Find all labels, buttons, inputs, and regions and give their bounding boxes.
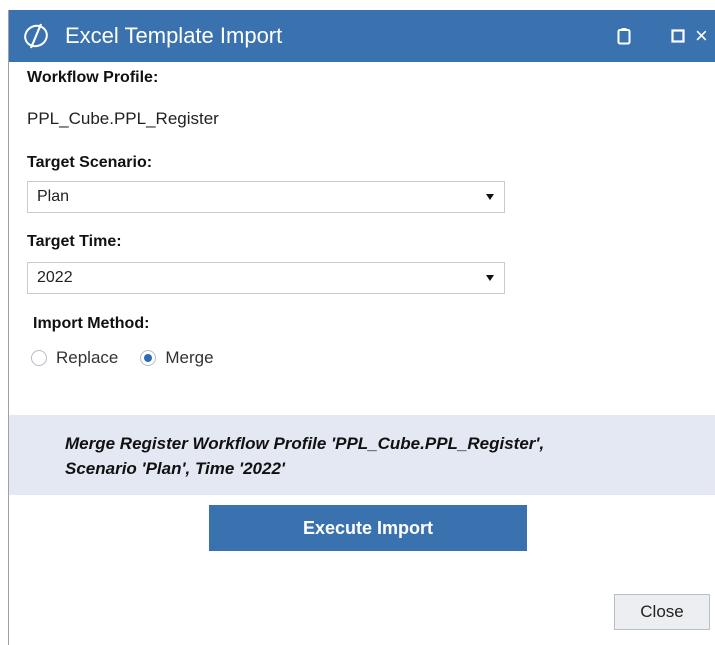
import-summary-text: Merge Register Workflow Profile 'PPL_Cub… [65, 431, 705, 481]
clipboard-icon[interactable] [613, 24, 635, 48]
import-method-radio-group: Replace Merge [31, 345, 236, 371]
target-time-label: Target Time: [27, 233, 122, 250]
radio-merge-label: Merge [165, 348, 214, 367]
chevron-down-icon [486, 275, 494, 281]
maximize-icon[interactable] [667, 24, 689, 48]
workflow-profile-value: PPL_Cube.PPL_Register [27, 109, 219, 128]
close-button[interactable]: Close [614, 594, 710, 630]
radio-replace-label: Replace [56, 348, 119, 367]
workflow-profile-label: Workflow Profile: [27, 69, 159, 86]
import-summary-line-2: Scenario 'Plan', Time '2022' [65, 459, 285, 478]
radio-merge-circle[interactable] [140, 350, 157, 366]
radio-merge[interactable]: Merge [140, 348, 214, 368]
import-summary-line-1: Merge Register Workflow Profile 'PPL_Cub… [65, 434, 545, 453]
import-summary-banner: Merge Register Workflow Profile 'PPL_Cub… [9, 415, 715, 495]
target-scenario-label: Target Scenario: [27, 154, 153, 171]
excel-template-import-dialog: Excel Template Import × Workflow Profile… [8, 10, 715, 645]
target-time-select[interactable]: 2022 [27, 262, 505, 294]
target-scenario-value: Plan [37, 188, 70, 205]
target-time-value: 2022 [37, 269, 73, 286]
close-icon[interactable]: × [695, 23, 713, 48]
radio-replace-circle[interactable] [31, 350, 47, 366]
import-method-label: Import Method: [33, 315, 150, 332]
target-scenario-select[interactable]: Plan [27, 181, 505, 213]
chevron-down-icon [486, 194, 494, 200]
onestream-logo-icon [21, 23, 51, 49]
execute-import-button[interactable]: Execute Import [209, 505, 527, 551]
dialog-titlebar[interactable]: Excel Template Import × [9, 10, 715, 62]
radio-replace[interactable]: Replace [31, 348, 118, 368]
dialog-title: Excel Template Import [65, 23, 283, 48]
